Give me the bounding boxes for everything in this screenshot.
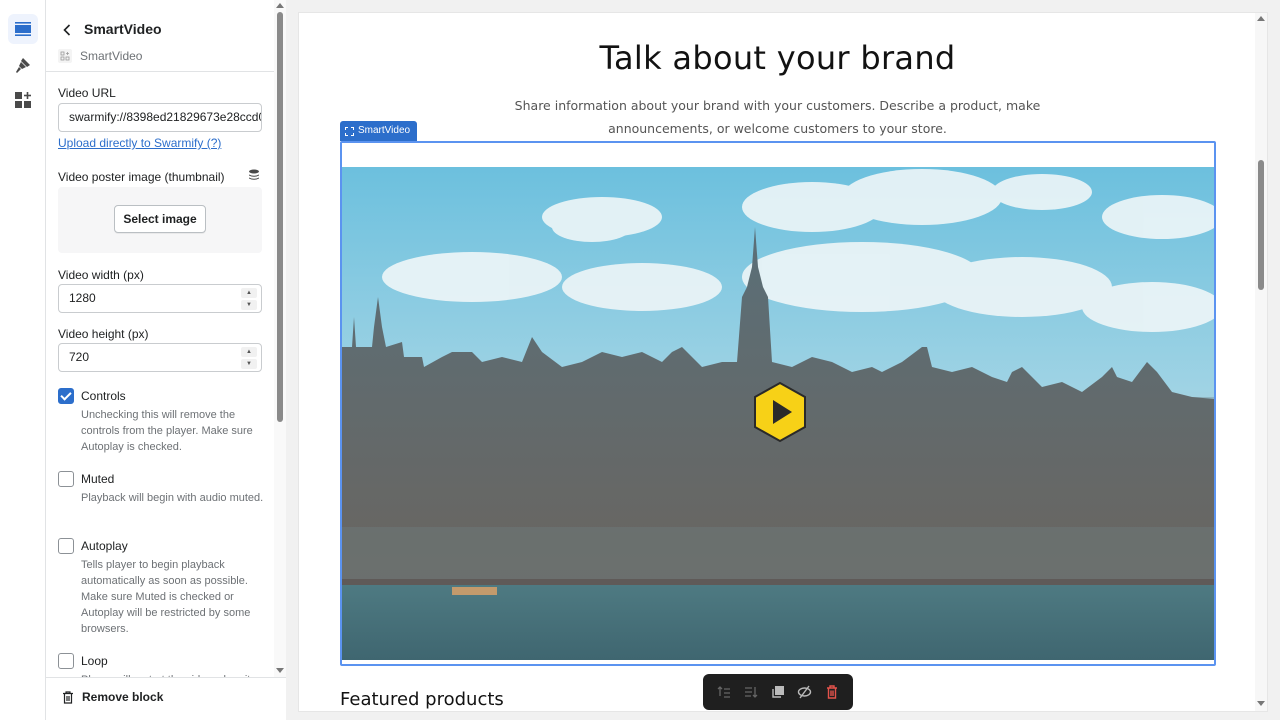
move-up-icon (717, 686, 731, 698)
preview-scrollbar[interactable] (1255, 13, 1267, 711)
settings-scroll-area: Video URL swarmify://8398ed21829673e28cc… (46, 73, 274, 677)
video-width-label: Video width (px) (58, 268, 144, 282)
duplicate-button[interactable] (767, 681, 789, 703)
section-text: Share information about your brand with … (514, 98, 1041, 136)
sections-icon (15, 22, 31, 36)
preview-scroll-thumb[interactable] (1258, 160, 1264, 290)
scroll-up-arrow[interactable] (276, 3, 284, 8)
block-toolbar (703, 674, 853, 710)
panel-subtitle: SmartVideo (80, 49, 143, 63)
panel-footer: Remove block (46, 677, 286, 720)
muted-help: Playback will begin with audio muted. (81, 492, 264, 504)
dynamic-source-icon[interactable] (248, 169, 260, 181)
trash-icon (826, 685, 837, 699)
controls-checkbox[interactable] (58, 388, 74, 404)
video-poster (342, 167, 1214, 660)
rail-sections-button[interactable] (8, 14, 38, 44)
autoplay-checkbox[interactable] (58, 538, 74, 554)
smartvideo-block[interactable] (340, 141, 1216, 666)
panel-scroll-thumb[interactable] (277, 12, 283, 422)
video-url-input[interactable]: swarmify://8398ed21829673e28ccd0 (58, 103, 262, 132)
block-tag-label: SmartVideo (358, 125, 411, 136)
decrement-button[interactable]: ▼ (241, 300, 257, 310)
delete-button[interactable] (821, 681, 843, 703)
remove-block-label: Remove block (82, 690, 164, 704)
panel-title: SmartVideo (84, 21, 162, 37)
theme-editor: SmartVideo SmartVideo Video URL swarmify… (0, 0, 1280, 720)
video-width-value: 1280 (69, 291, 96, 305)
featured-products-heading: Featured products (340, 689, 504, 710)
video-url-label: Video URL (58, 86, 116, 100)
increment-button[interactable]: ▲ (241, 347, 257, 357)
scroll-up-arrow[interactable] (1257, 16, 1265, 21)
store-preview: Talk about your brand Share information … (298, 12, 1268, 712)
block-settings-panel: SmartVideo SmartVideo Video URL swarmify… (46, 0, 286, 720)
controls-label: Controls (81, 389, 126, 403)
poster-image-picker: Select image (58, 187, 262, 253)
panel-header: SmartVideo SmartVideo (46, 0, 274, 72)
chevron-left-icon (63, 24, 71, 36)
upload-to-swarmify-link[interactable]: Upload directly to Swarmify (?) (58, 136, 221, 150)
controls-help: Unchecking this will remove the controls… (81, 409, 253, 453)
loop-checkbox[interactable] (58, 653, 74, 669)
duplicate-icon (772, 686, 784, 698)
hide-button[interactable] (794, 681, 816, 703)
muted-label: Muted (81, 472, 115, 486)
video-height-stepper: ▲ ▼ (241, 347, 257, 369)
icon-rail (0, 0, 46, 720)
scroll-down-arrow[interactable] (276, 668, 284, 673)
rail-app-embeds-button[interactable] (8, 85, 38, 115)
video-width-stepper: ▲ ▼ (241, 288, 257, 310)
video-width-input[interactable]: 1280 ▲ ▼ (58, 284, 262, 313)
video-height-label: Video height (px) (58, 327, 149, 341)
play-button[interactable] (752, 381, 808, 443)
remove-block-button[interactable]: Remove block (62, 690, 163, 704)
add-blocks-icon (15, 92, 31, 108)
move-up-button[interactable] (713, 681, 735, 703)
poster-image-label: Video poster image (thumbnail) (58, 170, 225, 184)
selected-block-tag[interactable]: SmartVideo (340, 121, 418, 141)
section-heading: Talk about your brand (599, 39, 956, 77)
scroll-down-arrow[interactable] (1257, 701, 1265, 706)
move-down-icon (745, 687, 758, 698)
rail-theme-settings-button[interactable] (8, 50, 38, 80)
autoplay-help: Tells player to begin playback automatic… (81, 559, 251, 635)
paintbrush-icon (16, 58, 30, 73)
back-button[interactable] (58, 20, 76, 40)
video-height-value: 720 (69, 350, 90, 364)
app-block-icon (58, 49, 72, 63)
trash-icon (63, 690, 73, 704)
frame-corners-icon (345, 126, 354, 136)
select-image-button[interactable]: Select image (114, 205, 206, 233)
move-down-button[interactable] (740, 681, 762, 703)
video-height-input[interactable]: 720 ▲ ▼ (58, 343, 262, 372)
autoplay-label: Autoplay (81, 539, 128, 553)
loop-label: Loop (81, 654, 108, 668)
increment-button[interactable]: ▲ (241, 288, 257, 298)
eye-slash-icon (798, 685, 812, 699)
panel-scrollbar[interactable] (274, 0, 286, 677)
decrement-button[interactable]: ▼ (241, 359, 257, 369)
muted-checkbox[interactable] (58, 471, 74, 487)
